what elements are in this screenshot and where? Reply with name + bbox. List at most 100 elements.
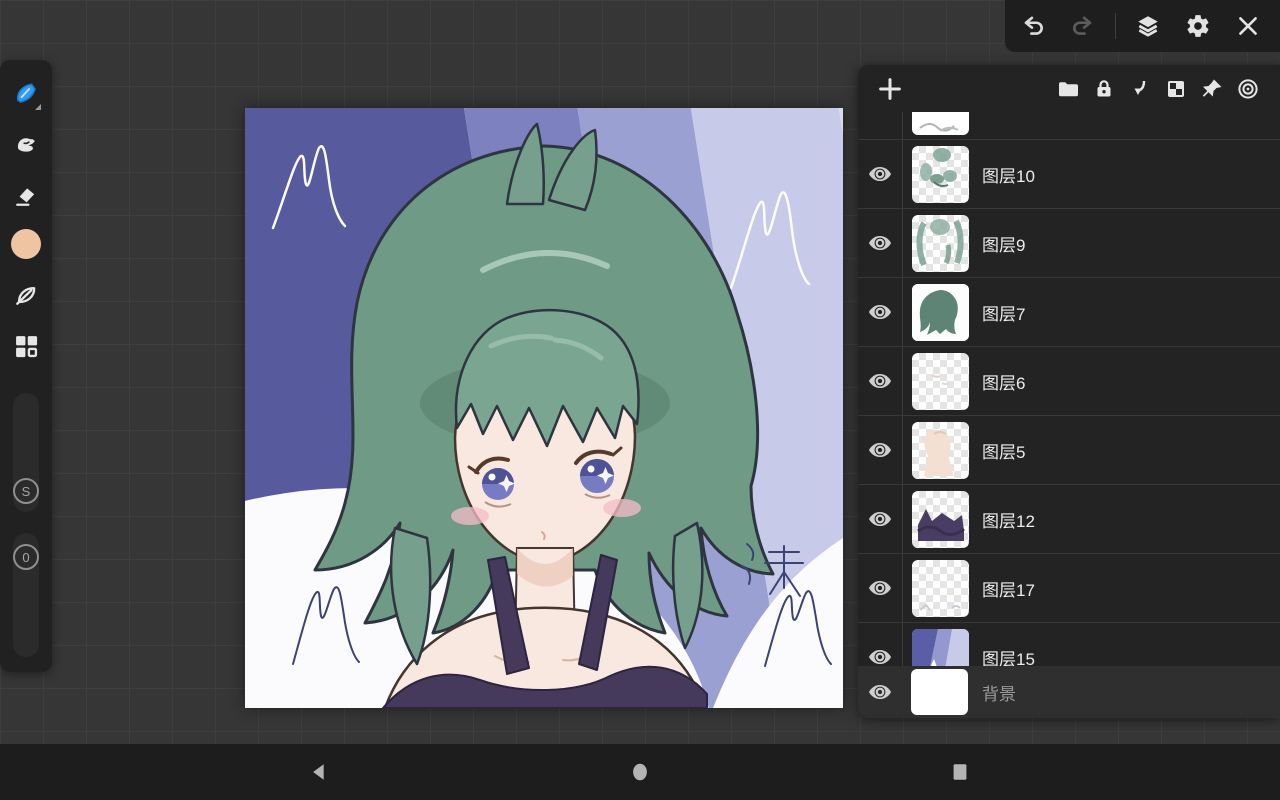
size-slider-handle[interactable]: S xyxy=(13,478,39,504)
home-icon xyxy=(629,761,651,783)
drawing-canvas[interactable] xyxy=(245,108,843,708)
layer-thumbnail xyxy=(912,284,969,341)
toolbar-divider xyxy=(1115,13,1116,39)
layer-name: 图层5 xyxy=(982,438,1025,463)
layer-thumbnail xyxy=(912,560,969,617)
current-color-swatch xyxy=(11,229,41,259)
layer-visibility-toggle[interactable] xyxy=(858,437,902,463)
layer-visibility-toggle[interactable] xyxy=(858,679,902,705)
layers-icon xyxy=(1135,13,1161,39)
tool-options-indicator xyxy=(35,104,41,110)
eraser-icon xyxy=(12,182,40,210)
close-button[interactable] xyxy=(1226,6,1270,46)
color-swatch[interactable] xyxy=(6,224,46,264)
add-layer-button[interactable] xyxy=(872,71,908,107)
layers-panel: 图层10 图层9 图层7 图层6 图层5 图层12 图层17 图层15 背景 xyxy=(858,65,1280,718)
layer-visibility-toggle[interactable] xyxy=(858,506,902,532)
brush-tool[interactable] xyxy=(6,74,46,114)
size-slider[interactable]: S xyxy=(13,393,39,512)
layer-thumbnail xyxy=(912,422,969,479)
layer-row[interactable]: 图层6 xyxy=(858,346,1280,415)
eye-icon xyxy=(867,575,893,601)
layers-panel-header xyxy=(858,65,1280,112)
nav-home-button[interactable] xyxy=(610,744,670,800)
transparency-button[interactable] xyxy=(1158,71,1194,107)
layer-row[interactable]: 图层7 xyxy=(858,277,1280,346)
eraser-tool[interactable] xyxy=(6,176,46,216)
opacity-slider-handle[interactable]: 0 xyxy=(13,544,39,570)
layer-name: 图层6 xyxy=(982,369,1025,394)
eye-icon xyxy=(867,644,893,666)
layer-thumbnail xyxy=(912,146,969,203)
layer-name: 图层12 xyxy=(982,507,1035,532)
nav-back-button[interactable] xyxy=(290,744,350,800)
eye-icon xyxy=(867,299,893,325)
smudge-tool[interactable] xyxy=(6,125,46,165)
undo-button[interactable] xyxy=(1011,6,1055,46)
layer-name: 图层17 xyxy=(982,576,1035,601)
layer-visibility-toggle[interactable] xyxy=(858,161,902,187)
background-layer-row[interactable]: 背景 xyxy=(858,666,1280,718)
redo-button[interactable] xyxy=(1061,6,1105,46)
layer-row[interactable]: 图层12 xyxy=(858,484,1280,553)
layer-row[interactable]: 图层9 xyxy=(858,208,1280,277)
grid-squares-icon xyxy=(12,332,40,360)
eye-icon xyxy=(867,230,893,256)
eye-icon xyxy=(867,437,893,463)
stabilizer-tool[interactable] xyxy=(6,275,46,315)
layer-folder-button[interactable] xyxy=(1050,71,1086,107)
pin-layer-button[interactable] xyxy=(1194,71,1230,107)
undo-icon xyxy=(1020,13,1046,39)
layer-visibility-toggle[interactable] xyxy=(858,230,902,256)
folder-icon xyxy=(1056,77,1080,101)
leaf-icon xyxy=(12,281,40,309)
recents-icon xyxy=(949,761,971,783)
layer-thumbnail xyxy=(912,353,969,410)
pin-icon xyxy=(1200,77,1224,101)
layer-name: 背景 xyxy=(982,680,1016,705)
layer-row[interactable]: 图层5 xyxy=(858,415,1280,484)
materials-tool[interactable] xyxy=(6,326,46,366)
eye-icon xyxy=(867,506,893,532)
eye-icon xyxy=(867,368,893,394)
onion-skin-button[interactable] xyxy=(1230,71,1266,107)
close-icon xyxy=(1235,13,1261,39)
tool-sidebar: S 0 xyxy=(0,60,52,672)
layers-panel-button[interactable] xyxy=(1126,6,1170,46)
add-layer-icon xyxy=(876,75,904,103)
artwork-illustration xyxy=(245,108,843,708)
eye-icon xyxy=(867,679,893,705)
layer-name: 图层10 xyxy=(982,162,1035,187)
layer-visibility-toggle[interactable] xyxy=(858,299,902,325)
layer-name: 图层7 xyxy=(982,300,1025,325)
layer-thumbnail xyxy=(912,491,969,548)
merge-down-button[interactable] xyxy=(1122,71,1158,107)
nav-recents-button[interactable] xyxy=(930,744,990,800)
redo-icon xyxy=(1070,13,1096,39)
layer-row[interactable]: 图层15 xyxy=(858,622,1280,666)
back-icon xyxy=(309,761,331,783)
transparency-icon xyxy=(1164,77,1188,101)
settings-gear-icon xyxy=(1185,13,1211,39)
lock-layer-button[interactable] xyxy=(1086,71,1122,107)
top-toolbar xyxy=(1005,0,1280,52)
layer-thumbnail xyxy=(912,215,969,272)
layer-visibility-toggle[interactable] xyxy=(858,644,902,666)
smudge-finger-icon xyxy=(12,131,40,159)
layer-row[interactable] xyxy=(858,112,1280,139)
layer-name: 图层9 xyxy=(982,231,1025,256)
eye-icon xyxy=(867,161,893,187)
android-nav-bar xyxy=(0,744,1280,800)
merge-down-icon xyxy=(1128,77,1152,101)
opacity-slider[interactable]: 0 xyxy=(13,533,39,657)
layer-list: 图层10 图层9 图层7 图层6 图层5 图层12 图层17 图层15 xyxy=(858,112,1280,666)
layer-thumbnail xyxy=(911,669,968,715)
layer-visibility-toggle[interactable] xyxy=(858,368,902,394)
layer-row[interactable]: 图层10 xyxy=(858,139,1280,208)
layer-visibility-toggle[interactable] xyxy=(858,575,902,601)
layer-thumbnail xyxy=(912,629,969,667)
settings-button[interactable] xyxy=(1176,6,1220,46)
layer-row[interactable]: 图层17 xyxy=(858,553,1280,622)
layer-name: 图层15 xyxy=(982,645,1035,667)
layer-thumbnail xyxy=(912,112,969,135)
